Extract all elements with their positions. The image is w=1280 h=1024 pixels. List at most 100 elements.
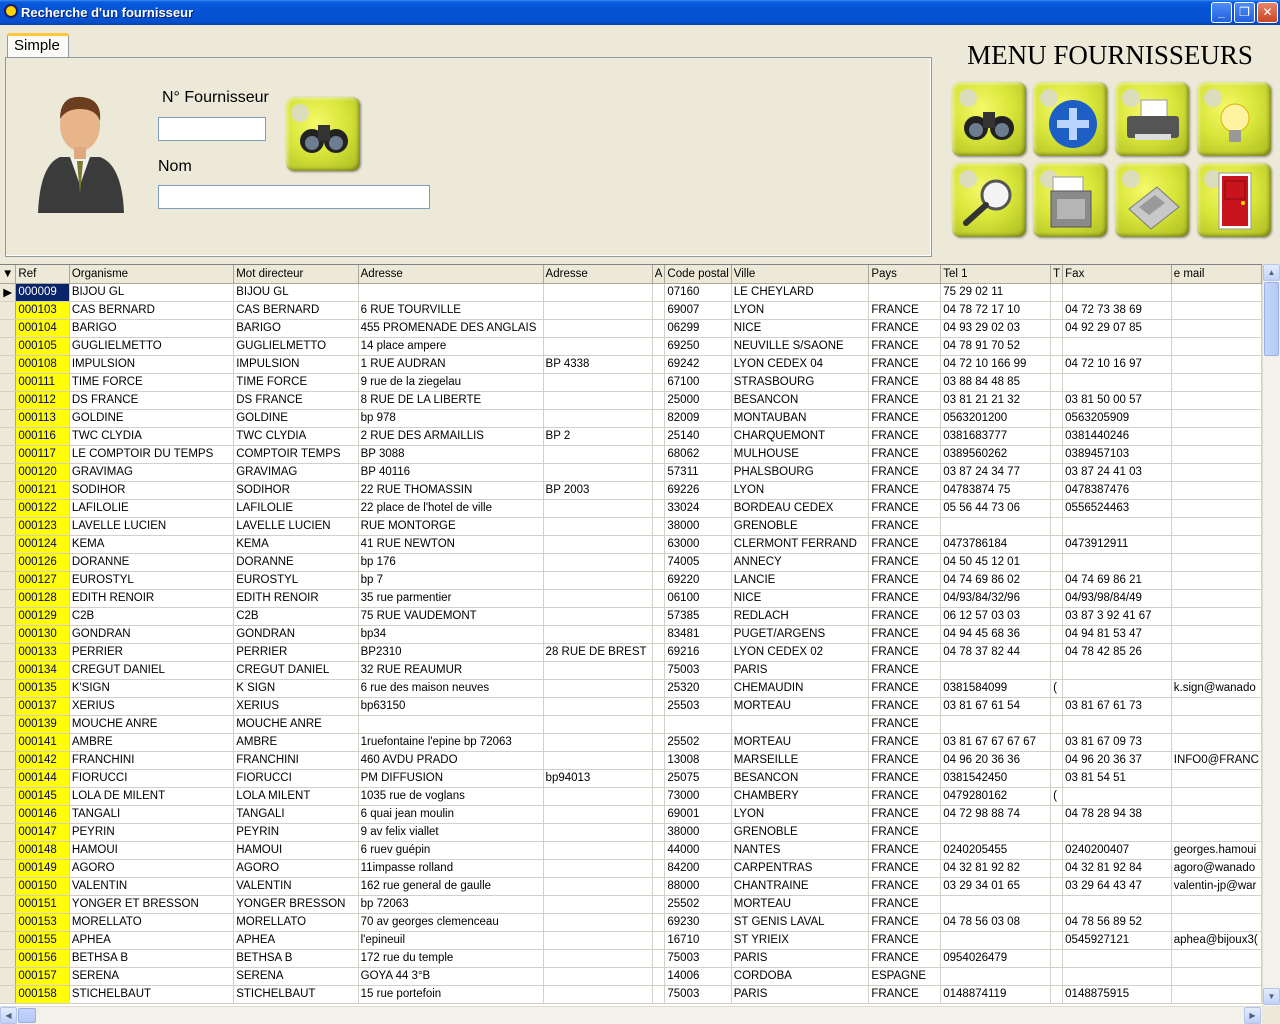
table-cell[interactable] <box>652 733 666 752</box>
table-cell[interactable]: FRANCE <box>868 355 942 374</box>
table-row[interactable]: 000155 APHEA APHEA l'epineuil 16710 ST YRIEIX… <box>0 931 1262 950</box>
table-cell[interactable]: GRAVIMAG <box>233 463 359 482</box>
table-cell[interactable]: 04 72 10 166 99 <box>940 355 1052 374</box>
table-cell[interactable]: AGORO <box>69 859 235 878</box>
table-cell[interactable] <box>543 715 653 734</box>
table-cell[interactable] <box>652 355 666 374</box>
table-cell[interactable] <box>1050 895 1064 914</box>
table-cell[interactable]: 162 rue general de gaulle <box>358 877 544 896</box>
table-cell[interactable]: 69001 <box>664 805 732 824</box>
table-cell[interactable] <box>1050 841 1064 860</box>
table-cell[interactable] <box>543 913 653 932</box>
table-cell[interactable] <box>652 787 666 806</box>
table-cell[interactable]: TIME FORCE <box>69 373 235 392</box>
table-cell[interactable]: HAMOUI <box>69 841 235 860</box>
table-cell[interactable] <box>1171 499 1262 518</box>
table-cell[interactable]: MOUCHE ANRE <box>69 715 235 734</box>
row-indicator[interactable] <box>0 607 17 626</box>
table-cell[interactable] <box>652 463 666 482</box>
table-cell[interactable]: 75003 <box>664 985 732 1004</box>
table-row[interactable]: 000108 IMPULSION IMPULSION 1 RUE AUDRAN BP 4… <box>0 355 1262 374</box>
table-cell[interactable]: LAFILOLIE <box>233 499 359 518</box>
table-cell[interactable] <box>1050 337 1064 356</box>
table-cell[interactable] <box>543 625 653 644</box>
table-cell[interactable] <box>1171 481 1262 500</box>
row-indicator[interactable] <box>0 895 17 914</box>
column-header[interactable]: Organisme <box>69 265 235 284</box>
table-cell[interactable] <box>543 787 653 806</box>
table-cell[interactable]: 172 rue du temple <box>358 949 544 968</box>
table-cell[interactable] <box>1062 895 1172 914</box>
table-cell[interactable] <box>940 823 1052 842</box>
table-cell[interactable]: AMBRE <box>233 733 359 752</box>
table-cell[interactable]: 000111 <box>15 373 70 392</box>
table-cell[interactable]: LE CHEYLARD <box>731 283 870 302</box>
table-cell[interactable]: MORTEAU <box>731 697 870 716</box>
table-cell[interactable] <box>664 715 732 734</box>
table-row[interactable]: 000146 TANGALI TANGALI 6 quai jean moulin 69… <box>0 805 1262 824</box>
scroll-right-button[interactable]: ▶ <box>1244 1007 1261 1024</box>
table-cell[interactable]: 03 81 21 21 32 <box>940 391 1052 410</box>
table-cell[interactable]: 000121 <box>15 481 70 500</box>
table-cell[interactable]: 03 87 24 34 77 <box>940 463 1052 482</box>
table-cell[interactable]: 0381440246 <box>1062 427 1172 446</box>
table-cell[interactable]: LAVELLE LUCIEN <box>69 517 235 536</box>
table-cell[interactable]: PM DIFFUSION <box>358 769 544 788</box>
table-cell[interactable]: TANGALI <box>69 805 235 824</box>
table-cell[interactable]: 05 56 44 73 06 <box>940 499 1052 518</box>
table-cell[interactable] <box>543 445 653 464</box>
table-cell[interactable]: PARIS <box>731 661 870 680</box>
row-indicator-header[interactable]: ▼ <box>0 265 17 284</box>
table-cell[interactable]: LOLA MILENT <box>233 787 359 806</box>
table-cell[interactable]: BESANCON <box>731 769 870 788</box>
table-cell[interactable] <box>1171 733 1262 752</box>
table-cell[interactable]: 000144 <box>15 769 70 788</box>
table-cell[interactable]: 000133 <box>15 643 70 662</box>
table-row[interactable]: 000121 SODIHOR SODIHOR 22 RUE THOMASSIN BP 2… <box>0 481 1262 500</box>
table-cell[interactable] <box>1050 409 1064 428</box>
row-indicator[interactable] <box>0 661 17 680</box>
table-cell[interactable] <box>1050 373 1064 392</box>
table-cell[interactable] <box>652 913 666 932</box>
table-cell[interactable] <box>652 409 666 428</box>
table-cell[interactable]: CHEMAUDIN <box>731 679 870 698</box>
table-cell[interactable]: 13008 <box>664 751 732 770</box>
table-cell[interactable] <box>1050 877 1064 896</box>
table-cell[interactable]: EUROSTYL <box>69 571 235 590</box>
table-cell[interactable] <box>543 535 653 554</box>
table-cell[interactable] <box>1062 715 1172 734</box>
table-cell[interactable] <box>652 931 666 950</box>
table-cell[interactable] <box>1062 967 1172 986</box>
table-cell[interactable]: 0563201200 <box>940 409 1052 428</box>
table-cell[interactable]: FRANCE <box>868 985 942 1004</box>
table-cell[interactable]: LANCIE <box>731 571 870 590</box>
row-indicator[interactable] <box>0 733 17 752</box>
table-cell[interactable]: 000117 <box>15 445 70 464</box>
table-cell[interactable]: 04 92 29 07 85 <box>1062 319 1172 338</box>
table-cell[interactable] <box>731 715 870 734</box>
table-row[interactable]: 000104 BARIGO BARIGO 455 PROMENADE DES ANGL… <box>0 319 1262 338</box>
table-cell[interactable]: 6 quai jean moulin <box>358 805 544 824</box>
table-cell[interactable]: 74005 <box>664 553 732 572</box>
table-cell[interactable] <box>543 949 653 968</box>
table-cell[interactable] <box>1171 427 1262 446</box>
table-cell[interactable]: 8 RUE DE LA LIBERTE <box>358 391 544 410</box>
table-cell[interactable]: 000124 <box>15 535 70 554</box>
table-cell[interactable]: NANTES <box>731 841 870 860</box>
name-input[interactable] <box>158 185 430 209</box>
table-cell[interactable]: IMPULSION <box>69 355 235 374</box>
table-cell[interactable]: 04 93 29 02 03 <box>940 319 1052 338</box>
table-row[interactable]: 000122 LAFILOLIE LAFILOLIE 22 place de l'ho… <box>0 499 1262 518</box>
table-cell[interactable]: CHARQUEMONT <box>731 427 870 446</box>
table-cell[interactable] <box>1062 553 1172 572</box>
table-cell[interactable]: CREGUT DANIEL <box>233 661 359 680</box>
scroll-up-button[interactable]: ▲ <box>1263 264 1280 281</box>
column-header[interactable]: Ville <box>731 265 870 284</box>
maximize-button[interactable]: ❐ <box>1234 2 1255 23</box>
table-cell[interactable] <box>1171 391 1262 410</box>
column-header[interactable]: Adresse <box>358 265 544 284</box>
table-cell[interactable] <box>1050 553 1064 572</box>
table-row[interactable]: 000116 TWC CLYDIA TWC CLYDIA 2 RUE DES ARMA… <box>0 427 1262 446</box>
table-cell[interactable] <box>1050 751 1064 770</box>
table-cell[interactable]: 68062 <box>664 445 732 464</box>
